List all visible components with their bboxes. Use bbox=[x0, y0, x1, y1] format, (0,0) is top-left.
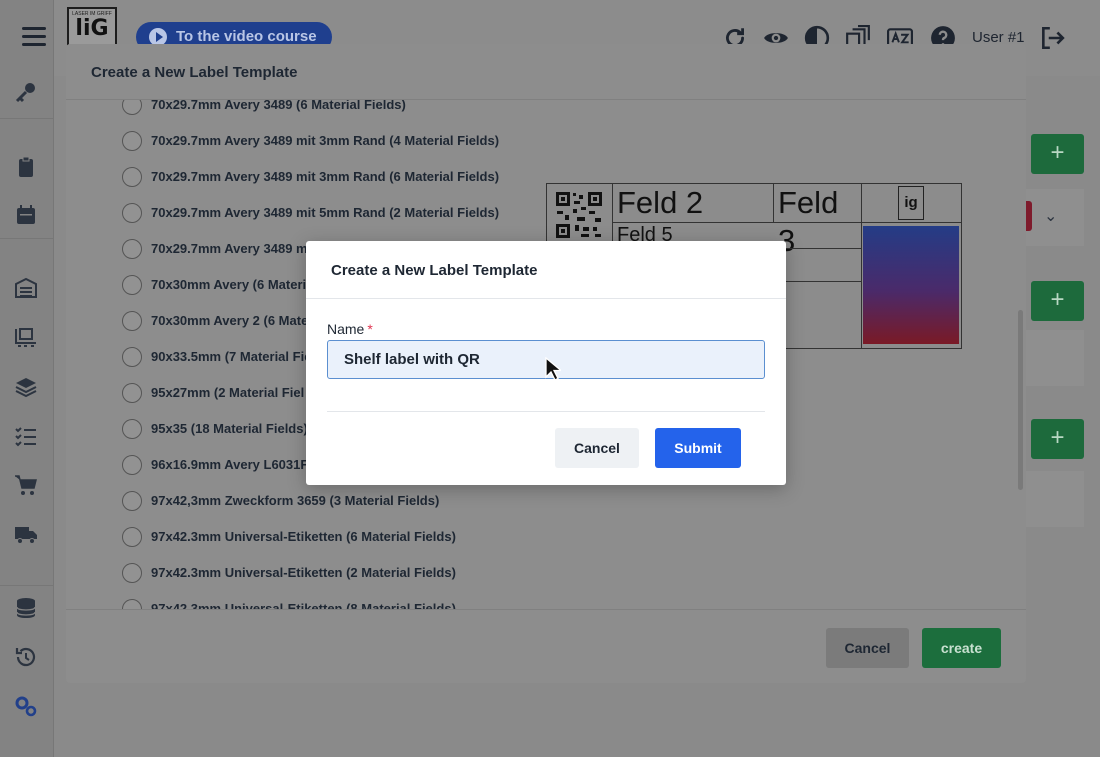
dialog-header: Create a New Label Template bbox=[306, 241, 786, 299]
video-course-label: To the video course bbox=[176, 28, 317, 45]
template-option-label: 95x27mm (2 Material Fiel bbox=[151, 385, 305, 400]
cancel-button[interactable]: Cancel bbox=[826, 628, 909, 668]
dialog-divider bbox=[327, 411, 765, 412]
clipboard-icon[interactable] bbox=[14, 155, 40, 181]
template-option-label: 70x29.7mm Avery 3489 m bbox=[151, 241, 308, 256]
settings-icon[interactable] bbox=[14, 694, 40, 720]
preview-logo-cell: ig bbox=[861, 183, 962, 223]
preview-image bbox=[863, 226, 959, 344]
pallet-icon[interactable] bbox=[14, 325, 40, 351]
menu-icon[interactable] bbox=[22, 27, 46, 47]
radio-button[interactable] bbox=[122, 347, 142, 367]
qr-code-icon bbox=[555, 191, 603, 239]
sidebar-divider bbox=[0, 238, 54, 239]
radio-button[interactable] bbox=[122, 455, 142, 475]
radio-button[interactable] bbox=[122, 419, 142, 439]
template-option-label: 97x42.3mm Universal-Etiketten (6 Materia… bbox=[151, 529, 456, 544]
calendar-icon[interactable] bbox=[14, 203, 40, 229]
dialog-title: Create a New Label Template bbox=[331, 262, 538, 279]
preview-field-2: Feld 2 bbox=[612, 183, 774, 223]
radio-button[interactable] bbox=[122, 203, 142, 223]
chevron-down-icon[interactable]: ⌄ bbox=[1044, 206, 1057, 226]
modal-title: Create a New Label Template bbox=[91, 64, 298, 81]
radio-button[interactable] bbox=[122, 563, 142, 583]
mouse-cursor-icon bbox=[545, 357, 561, 381]
sidebar-divider bbox=[0, 585, 54, 586]
logout-icon[interactable] bbox=[1039, 25, 1065, 51]
template-option-label: 70x30mm Avery (6 Materi bbox=[151, 277, 307, 292]
background-card bbox=[1026, 471, 1084, 527]
logo: LASER IM GRIFF liG bbox=[67, 7, 117, 47]
template-option-label: 97x42.3mm Universal-Etiketten (8 Materia… bbox=[151, 601, 456, 609]
radio-button[interactable] bbox=[122, 100, 142, 115]
sidebar-divider bbox=[0, 118, 54, 119]
logo-mark: liG bbox=[75, 16, 109, 41]
template-option-label: 70x30mm Avery 2 (6 Mate bbox=[151, 313, 309, 328]
scrollbar[interactable] bbox=[1018, 310, 1023, 490]
template-option-label: 70x29.7mm Avery 3489 mit 3mm Rand (4 Mat… bbox=[151, 133, 500, 148]
radio-button[interactable] bbox=[122, 527, 142, 547]
template-option-label: 70x29.7mm Avery 3489 mit 5mm Rand (2 Mat… bbox=[151, 205, 500, 220]
radio-button[interactable] bbox=[122, 167, 142, 187]
template-option-label: 96x16.9mm Avery L6031F bbox=[151, 457, 309, 472]
radio-button[interactable] bbox=[122, 383, 142, 403]
warehouse-icon[interactable] bbox=[14, 276, 40, 302]
template-option-label: 90x33.5mm (7 Material Fie bbox=[151, 349, 312, 364]
cart-icon[interactable] bbox=[14, 473, 40, 499]
add-button[interactable]: + bbox=[1031, 134, 1084, 174]
layers-icon[interactable] bbox=[14, 375, 40, 401]
modal-header: Create a New Label Template bbox=[66, 44, 1026, 100]
background-card bbox=[1026, 330, 1084, 386]
name-field-label: Name * bbox=[327, 321, 373, 337]
radio-button[interactable] bbox=[122, 599, 142, 609]
checklist-icon[interactable] bbox=[14, 424, 40, 450]
radio-button[interactable] bbox=[122, 491, 142, 511]
add-button[interactable]: + bbox=[1031, 281, 1084, 321]
submit-button[interactable]: Submit bbox=[655, 428, 741, 468]
required-marker: * bbox=[367, 321, 373, 337]
radio-button[interactable] bbox=[122, 275, 142, 295]
name-label-text: Name bbox=[327, 321, 365, 337]
create-button[interactable]: create bbox=[922, 628, 1001, 668]
radio-button[interactable] bbox=[122, 131, 142, 151]
add-button[interactable]: + bbox=[1031, 419, 1084, 459]
preview-field-3: Feld 3 bbox=[773, 183, 862, 258]
template-option-label: 70x29.7mm Avery 3489 mit 3mm Rand (6 Mat… bbox=[151, 169, 500, 184]
database-icon[interactable] bbox=[14, 596, 40, 622]
template-option-label: 70x29.7mm Avery 3489 (6 Material Fields) bbox=[151, 100, 406, 112]
history-icon[interactable] bbox=[14, 645, 40, 671]
template-option-label: 97x42,3mm Zweckform 3659 (3 Material Fie… bbox=[151, 493, 440, 508]
key-icon[interactable] bbox=[14, 80, 40, 106]
radio-button[interactable] bbox=[122, 311, 142, 331]
radio-button[interactable] bbox=[122, 239, 142, 259]
template-option-label: 97x42.3mm Universal-Etiketten (2 Materia… bbox=[151, 565, 456, 580]
truck-icon[interactable] bbox=[14, 522, 40, 548]
modal-footer: Cancel create bbox=[66, 609, 1026, 683]
dialog-cancel-button[interactable]: Cancel bbox=[555, 428, 639, 468]
preview-logo-icon: ig bbox=[898, 186, 924, 220]
template-option-label: 95x35 (18 Material Fields) bbox=[151, 421, 308, 436]
